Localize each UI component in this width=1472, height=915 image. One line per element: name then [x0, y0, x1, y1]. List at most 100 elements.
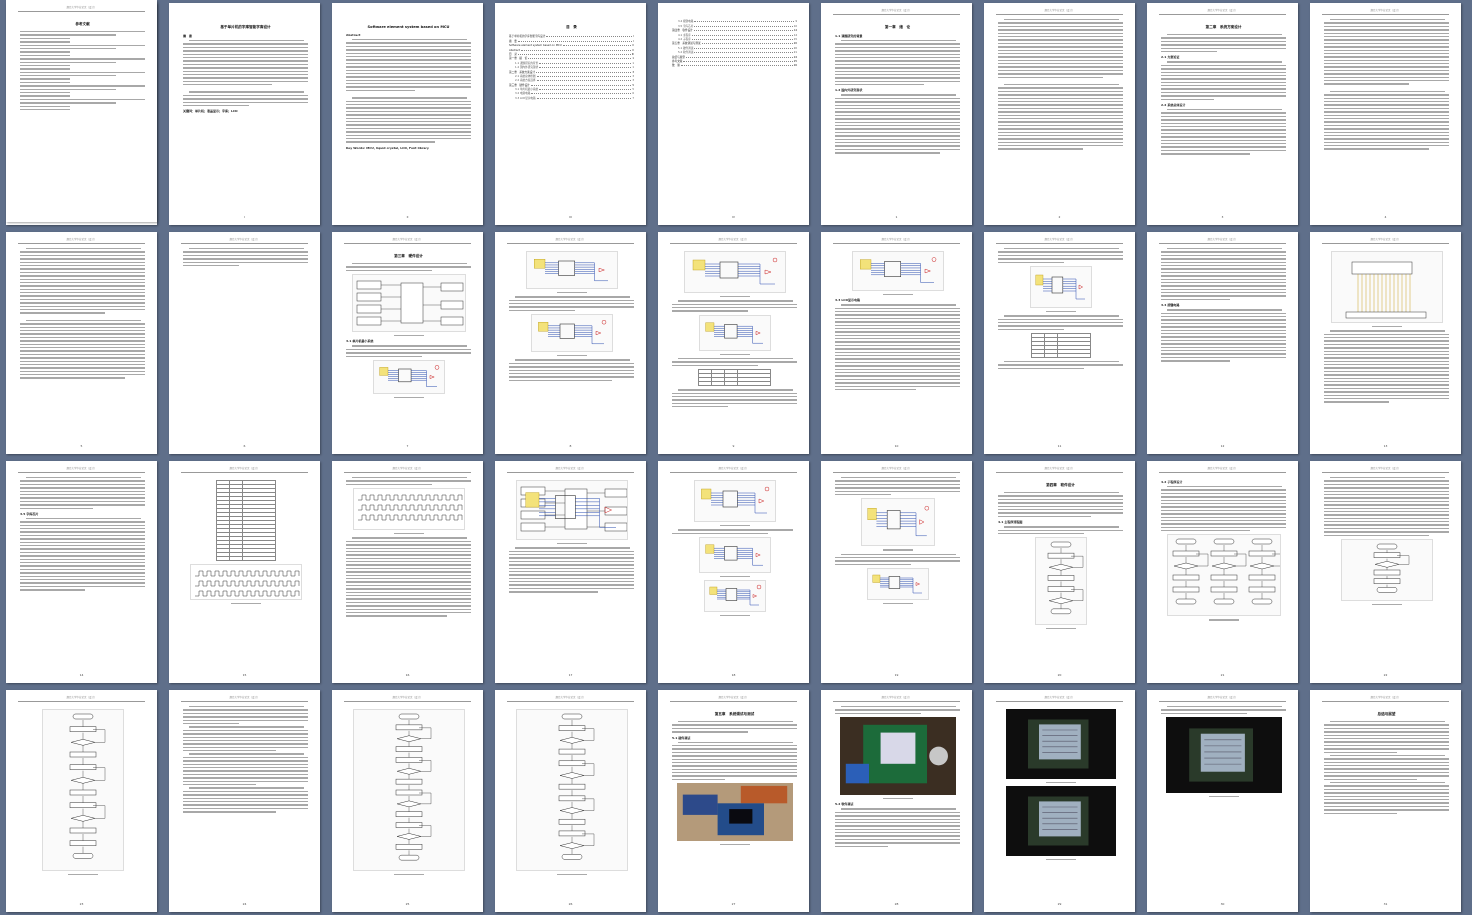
page-thumbnail[interactable]: 烟台大学毕业论文（设计） 总结与展望 31	[1310, 690, 1461, 912]
page-thumbnail[interactable]: 烟台大学毕业论文（设计） 第二章 系统方案设计 2.1 方案论证 2.2 系统总体设计…	[1147, 3, 1298, 225]
page-thumbnail[interactable]: 烟台大学毕业论文（设计） 11	[984, 232, 1135, 454]
page-thumbnail[interactable]: 烟台大学毕业论文（设计） 5	[6, 232, 157, 454]
page-thumbnail[interactable]: 烟台大学毕业论文（设计） 17	[495, 461, 646, 683]
text-line	[1324, 107, 1449, 110]
page-thumbnail[interactable]: 烟台大学毕业论文（设计） 5.2 软件调试 28	[821, 690, 972, 912]
text-line	[509, 372, 634, 375]
page-thumbnail[interactable]: 烟台大学毕业论文（设计） 19	[821, 461, 972, 683]
toc-entry[interactable]: 3.3 LCD显示电路 7	[509, 95, 634, 100]
text-line	[1161, 353, 1286, 355]
page-thumbnail[interactable]: Software element system based on MCU Abst…	[332, 3, 483, 225]
page-header-text: 烟台大学毕业论文（设计）	[718, 696, 749, 699]
figure-caption	[672, 615, 797, 617]
page-thumbnail[interactable]: 烟台大学毕业论文（设计） 2	[984, 3, 1135, 225]
text-line	[1161, 281, 1286, 284]
page-thumbnail[interactable]: 烟台大学毕业论文（设计） 第四章 软件设计 4.1 主程序流程图 20	[984, 461, 1135, 683]
page-thumbnail[interactable]: 烟台大学毕业论文（设计） 29	[984, 690, 1135, 912]
page-number: 27	[731, 902, 736, 906]
text-line	[346, 574, 471, 577]
text-line	[346, 483, 433, 486]
page-thumbnail[interactable]: 烟台大学毕业论文（设计） 参考文献	[6, 0, 157, 222]
toc-entry-text: 3.5 字库芯片	[678, 24, 694, 28]
text-line	[1161, 88, 1286, 90]
toc-entry-text: 5.1 硬件调试	[678, 46, 694, 50]
page-thumbnail[interactable]: 烟台大学毕业论文（设计） 4.2 子程序设计 21	[1147, 461, 1298, 683]
page-thumbnail[interactable]: 烟台大学毕业论文（设计） 16	[332, 461, 483, 683]
toc-entry-page: 20	[793, 46, 797, 50]
text-line	[20, 102, 117, 104]
text-line	[20, 561, 145, 564]
page-thumbnail[interactable]: 烟台大学毕业论文（设计） 3.3 LCD显示电路 10	[821, 232, 972, 454]
text-line	[20, 44, 145, 46]
text-line	[1324, 124, 1449, 127]
text-line	[509, 309, 576, 312]
text-line	[183, 722, 240, 725]
text-line	[998, 251, 1123, 253]
text-line	[1324, 357, 1449, 359]
text-line	[20, 493, 145, 496]
text-line	[1161, 122, 1286, 124]
text-line	[1324, 46, 1449, 48]
toc-entry[interactable]: 致 谢 26	[672, 63, 797, 67]
text-line	[183, 767, 308, 769]
text-line	[998, 367, 1085, 370]
text-line	[998, 134, 1123, 137]
text-line	[183, 94, 308, 97]
text-line	[20, 497, 145, 499]
page-thumbnail[interactable]: 烟台大学毕业论文（设计） 8	[495, 232, 646, 454]
page-thumbnail[interactable]: 烟台大学毕业论文（设计） 13	[1310, 232, 1461, 454]
page-thumbnail[interactable]: 烟台大学毕业论文（设计） 26	[495, 690, 646, 912]
text-line	[183, 794, 308, 796]
page-body	[183, 477, 308, 665]
text-line	[20, 551, 145, 554]
page-thumbnail[interactable]: 烟台大学毕业论文（设计） 3.4 按键电路 12	[1147, 232, 1298, 454]
text-line	[1161, 40, 1286, 43]
page-body: 3.4 按键电路 9 3.5 字库芯片 10 第四章 软件设计 14 4.1 主程序 14 4.…	[672, 19, 797, 207]
page-thumbnail[interactable]: 烟台大学毕业论文（设计） 第三章 硬件设计 3.1 单片机最小系统 7	[332, 232, 483, 454]
page-thumbnail[interactable]: 烟台大学毕业论文（设计） 25	[332, 690, 483, 912]
page-thumbnail[interactable]: 烟台大学毕业论文（设计） 23	[6, 690, 157, 912]
page-thumbnail[interactable]: 基于单片机的字库智能字库设计摘 要关键词：单片机；液晶显示；字库；LCD I	[169, 3, 320, 225]
page-thumbnail[interactable]: 烟台大学毕业论文（设计） 6	[169, 232, 320, 454]
page-thumbnail[interactable]: 烟台大学毕业论文（设计） 第一章 绪 论 1.1 课题研究的背景 1.2 国内外研究现…	[821, 3, 972, 225]
page-thumbnail[interactable]: 烟台大学毕业论文（设计） 24	[169, 690, 320, 912]
toc-leader	[694, 25, 793, 27]
page-thumbnail[interactable]: 烟台大学毕业论文（设计） 18	[658, 461, 809, 683]
text-line	[998, 508, 1123, 511]
page-thumbnail[interactable]: 烟台大学毕业论文（设计） 9	[658, 232, 809, 454]
page-thumbnail[interactable]: 烟台大学毕业论文（设计） 30	[1147, 690, 1298, 912]
text-line	[835, 483, 960, 486]
page-thumbnail[interactable]: 烟台大学毕业论文（设计） 15	[169, 461, 320, 683]
page-number: 31	[1383, 902, 1388, 906]
page-thumbnail[interactable]: 烟台大学毕业论文（设计） 第五章 系统调试与测试 5.1 硬件调试 27	[658, 690, 809, 912]
circuit-diagram	[851, 251, 944, 291]
text-line	[346, 110, 471, 113]
text-line	[346, 578, 471, 580]
text-line	[1161, 153, 1250, 155]
circuit-diagram	[698, 536, 771, 573]
text-line	[1324, 727, 1449, 730]
text-line	[835, 818, 960, 820]
text-line	[1324, 802, 1449, 804]
page-thumbnail[interactable]: 烟台大学毕业论文（设计） 3.5 字库芯片 14	[6, 461, 157, 683]
page-thumbnail[interactable]: 烟台大学毕业论文（设计） 4	[1310, 3, 1461, 225]
toc-entry-page: 1	[632, 57, 634, 61]
page-thumbnail[interactable]: 目 录基于单片机的字库智能字库设计 I 摘 要 I Software element s…	[495, 3, 646, 225]
page-header-rule	[1159, 472, 1286, 473]
text-line	[998, 104, 1123, 106]
text-line	[20, 251, 145, 253]
page-thumbnail[interactable]: 3.4 按键电路 9 3.5 字库芯片 10 第四章 软件设计 14 4.1 主程序 14 4.…	[658, 3, 809, 225]
toc-entry-text: 第二章 系统方案设计	[509, 70, 535, 74]
text-line	[20, 64, 70, 67]
page-body: 第二章 系统方案设计 2.1 方案论证 2.2 系统总体设计	[1161, 19, 1286, 207]
page-header-rule	[18, 472, 145, 473]
text-line	[346, 131, 471, 133]
text-line	[1161, 349, 1286, 352]
text-line	[998, 148, 1083, 150]
text-line	[841, 477, 956, 479]
text-line	[20, 268, 145, 270]
text-line	[20, 589, 85, 591]
text-line	[841, 94, 956, 96]
page-thumbnail[interactable]: 烟台大学毕业论文（设计） 22	[1310, 461, 1461, 683]
text-line	[1324, 527, 1449, 530]
